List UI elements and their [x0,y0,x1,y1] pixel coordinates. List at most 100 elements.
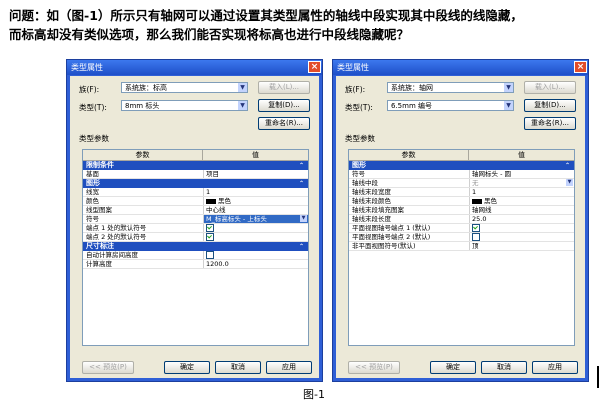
param-value: 中心线 [206,206,226,214]
chevron-down-icon: ▼ [238,83,247,92]
param-value-dropdown[interactable]: M_标高标头 - 上标头 ▼ [204,215,308,223]
checkbox[interactable] [206,224,214,232]
param-value-checkbox [470,233,574,241]
checkbox[interactable] [206,233,214,241]
family-select[interactable]: 系统族：轴网 ▼ [387,82,514,93]
grid-row[interactable]: 轴线末段填充图案 轴网线 [349,206,574,215]
section-dimensions[interactable]: 尺寸标注 ⌃ [83,242,308,251]
param-name: 轴线末段颜色 [349,197,470,205]
checkbox[interactable] [472,224,480,232]
section-title: 限制条件 [86,161,114,169]
grid-row[interactable]: 轴线中段 无 ▼ [349,179,574,188]
section-graphics[interactable]: 图形 ⌃ [83,179,308,188]
figure-caption: 图-1 [303,388,325,401]
checkbox[interactable] [472,233,480,241]
type-select[interactable]: 8mm 标头 ▼ [121,100,248,111]
section-graphics[interactable]: 图形 ⌃ [349,161,574,170]
grid-row[interactable]: 轴线末段颜色 黑色 [349,197,574,206]
param-name: 计算高度 [83,260,204,268]
type-value: 8mm 标头 [125,102,160,110]
param-value: 1200.0 [206,260,229,268]
grid-row[interactable]: 自动计算房间高度 [83,251,308,260]
dialog-titlebar: 类型属性 × [67,60,322,75]
duplicate-button[interactable]: 复制(D)... [258,99,310,112]
color-name: 黑色 [218,197,231,205]
grid-row[interactable]: 轴线末段宽度 1 [349,188,574,197]
grid-row[interactable]: 颜色 黑色 [83,197,308,206]
param-value-checkbox [204,224,308,232]
param-name: 平面视图轴号端点 1 (默认) [349,224,470,232]
section-constraints[interactable]: 限制条件 ⌃ [83,161,308,170]
cancel-button[interactable]: 取消 [481,361,527,374]
section-title: 尺寸标注 [86,242,114,250]
grid-row[interactable]: 计算高度 1200.0 [83,260,308,269]
ok-button[interactable]: 确定 [164,361,210,374]
param-name: 符号 [349,170,470,178]
param-value: 1 [206,188,211,196]
color-swatch [472,198,482,204]
apply-button[interactable]: 应用 [266,361,312,374]
chevron-down-icon[interactable]: ▼ [300,215,307,222]
param-value-dropdown[interactable]: 无 ▼ [470,179,574,187]
param-name: 线型图案 [83,206,204,214]
grid-row[interactable]: 线型图案 中心线 [83,206,308,215]
param-value: 1 [472,188,477,196]
question-text: 问题：如（图-1）所示只有轴网可以通过设置其类型属性的轴线中段实现其中段线的线隐… [9,6,609,44]
param-value: 轴网标头 - 圆 [472,170,511,178]
dialog-title: 类型属性 [337,63,369,72]
grid-row[interactable]: 平面视图轴号端点 2 (默认) [349,233,574,242]
duplicate-button[interactable]: 复制(D)... [524,99,576,112]
param-name: 端点 1 处的默认符号 [83,224,204,232]
color-swatch [206,198,216,204]
grid-row[interactable]: 非平面视图符号(默认) 顶 [349,242,574,251]
preview-button[interactable]: << 预览(P) [348,361,400,374]
dialog-client: 族(F): 系统族：轴网 ▼ 载入(L)... 类型(T): 6.5mm 编号 … [336,76,585,378]
grid-row[interactable]: 符号 轴网标头 - 圆 [349,170,574,179]
grid-row[interactable]: 线宽 1 [83,188,308,197]
param-value-checkbox [204,251,308,259]
type-params-label: 类型参数 [345,134,375,143]
type-label: 类型(T): [79,103,107,112]
type-select[interactable]: 6.5mm 编号 ▼ [387,100,514,111]
load-button[interactable]: 载入(L)... [258,81,310,94]
type-properties-dialog-level: 类型属性 × 族(F): 系统族：标高 ▼ 载入(L)... 类型(T): 8m… [66,59,323,382]
family-label: 族(F): [79,85,100,94]
chevron-down-icon: ▼ [504,83,513,92]
param-value-color: 黑色 [470,197,574,205]
close-icon[interactable]: × [308,61,321,73]
ok-button[interactable]: 确定 [430,361,476,374]
param-value: 顶 [472,242,479,250]
grid-row[interactable]: 端点 2 处的默认符号 [83,233,308,242]
family-value: 系统族：轴网 [391,84,433,92]
type-label: 类型(T): [345,103,373,112]
cancel-button[interactable]: 取消 [215,361,261,374]
param-value-checkbox [470,224,574,232]
param-name: 自动计算房间高度 [83,251,204,259]
close-icon[interactable]: × [574,61,587,73]
family-select[interactable]: 系统族：标高 ▼ [121,82,248,93]
dialog-title: 类型属性 [71,63,103,72]
rename-button[interactable]: 重命名(R)... [258,117,310,130]
param-name: 符号 [83,215,204,223]
param-name: 轴线末段宽度 [349,188,470,196]
preview-button[interactable]: << 预览(P) [82,361,134,374]
grid-row[interactable]: 端点 1 处的默认符号 [83,224,308,233]
type-params-grid: 参数 值 限制条件 ⌃ 基面 项目 图形 ⌃ 线宽 1 颜色 黑色 线型图案 中… [82,149,309,346]
checkbox[interactable] [206,251,214,259]
grid-row[interactable]: 平面视图轴号端点 1 (默认) [349,224,574,233]
grid-row-selected[interactable]: 符号 M_标高标头 - 上标头 ▼ [83,215,308,224]
chevron-down-icon[interactable]: ▼ [566,179,573,186]
grid-row[interactable]: 轴线末段长度 25.0 [349,215,574,224]
param-name: 平面视图轴号端点 2 (默认) [349,233,470,241]
grid-header: 参数 值 [83,150,308,161]
grid-row[interactable]: 基面 项目 [83,170,308,179]
param-value: M_标高标头 - 上标头 [206,215,267,223]
col-value-header: 值 [252,151,259,159]
collapse-icon: ⌃ [298,243,304,250]
load-button[interactable]: 载入(L)... [524,81,576,94]
param-name: 轴线中段 [349,179,470,187]
apply-button[interactable]: 应用 [532,361,578,374]
grid-header: 参数 值 [349,150,574,161]
rename-button[interactable]: 重命名(R)... [524,117,576,130]
collapse-icon: ⌃ [298,162,304,169]
